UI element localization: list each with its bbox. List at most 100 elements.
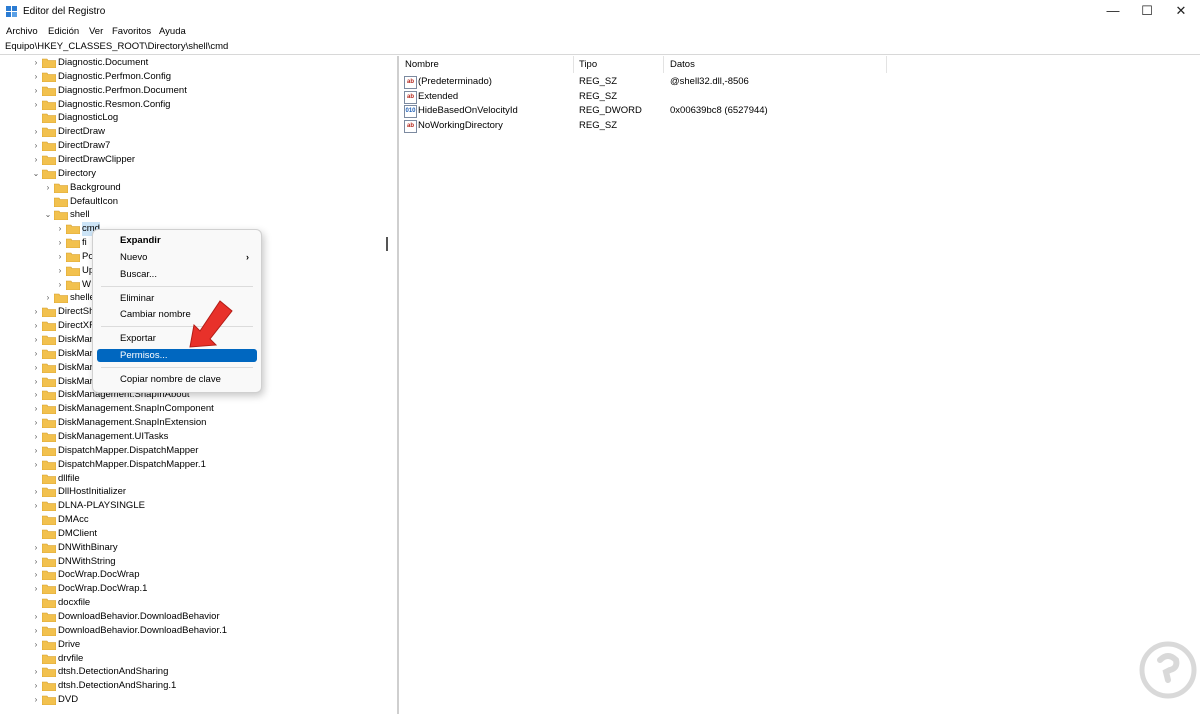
chevron-right-icon[interactable]: › [32, 555, 40, 569]
chevron-right-icon[interactable]: › [56, 222, 64, 236]
chevron-right-icon[interactable]: › [32, 541, 40, 555]
tree-item[interactable]: docxfile [2, 596, 382, 610]
chevron-right-icon[interactable]: › [56, 264, 64, 278]
chevron-right-icon[interactable]: › [32, 638, 40, 652]
tree-item[interactable]: › DirectDraw [2, 125, 382, 139]
tree-item[interactable]: › dtsh.DetectionAndSharing.1 [2, 679, 382, 693]
tree-item[interactable]: › DirectDrawClipper [2, 153, 382, 167]
chevron-right-icon[interactable]: › [32, 568, 40, 582]
address-bar[interactable]: Equipo\HKEY_CLASSES_ROOT\Directory\shell… [0, 40, 1200, 55]
chevron-right-icon[interactable]: › [32, 375, 40, 389]
chevron-right-icon[interactable]: › [32, 153, 40, 167]
menu-ayuda[interactable]: Ayuda [159, 26, 186, 37]
tree-item[interactable]: › DNWithBinary [2, 541, 382, 555]
tree-item[interactable]: › DirectDraw7 [2, 139, 382, 153]
column-type-header[interactable]: Tipo [579, 59, 597, 70]
chevron-right-icon[interactable]: › [44, 181, 52, 195]
menu-ver[interactable]: Ver [89, 26, 103, 37]
chevron-right-icon[interactable]: › [32, 665, 40, 679]
column-name-header[interactable]: Nombre [405, 59, 439, 70]
chevron-right-icon[interactable]: › [32, 430, 40, 444]
chevron-right-icon[interactable]: › [32, 485, 40, 499]
chevron-right-icon[interactable]: › [32, 347, 40, 361]
chevron-right-icon[interactable]: › [44, 291, 52, 305]
tree-item[interactable]: dllfile [2, 472, 382, 486]
chevron-right-icon[interactable]: › [56, 236, 64, 250]
values-list[interactable]: Nombre Tipo Datos ab (Predeterminado) RE… [398, 56, 1200, 714]
chevron-right-icon[interactable]: › [32, 70, 40, 84]
tree-item[interactable]: › DiskManagement.SnapInComponent [2, 402, 382, 416]
tree-item[interactable]: › DVD [2, 693, 382, 707]
chevron-right-icon[interactable]: › [32, 610, 40, 624]
chevron-down-icon[interactable]: ⌄ [44, 208, 52, 222]
chevron-right-icon[interactable]: › [32, 333, 40, 347]
column-data-header[interactable]: Datos [670, 59, 695, 70]
tree-item[interactable]: drvfile [2, 652, 382, 666]
tree-item[interactable]: › DocWrap.DocWrap [2, 568, 382, 582]
tree-item[interactable]: DMAcc [2, 513, 382, 527]
chevron-right-icon[interactable]: › [32, 361, 40, 375]
menu-favoritos[interactable]: Favoritos [112, 26, 151, 37]
tree-item[interactable]: › Background [2, 181, 382, 195]
tree-item[interactable]: › DiskManagement.SnapInExtension [2, 416, 382, 430]
chevron-right-icon[interactable]: › [32, 499, 40, 513]
tree-item[interactable]: › DownloadBehavior.DownloadBehavior [2, 610, 382, 624]
chevron-right-icon[interactable]: › [32, 56, 40, 70]
menu-item-expand[interactable]: Expandir [97, 234, 257, 247]
chevron-right-icon[interactable]: › [32, 444, 40, 458]
chevron-right-icon[interactable]: › [32, 319, 40, 333]
tree-item[interactable]: › dtsh.DetectionAndSharing [2, 665, 382, 679]
chevron-right-icon[interactable]: › [32, 402, 40, 416]
menu-item-new[interactable]: Nuevo › [97, 251, 257, 264]
minimize-button[interactable]: — [1096, 0, 1130, 22]
tree-item[interactable]: › Diagnostic.Resmon.Config [2, 98, 382, 112]
chevron-right-icon[interactable]: › [32, 416, 40, 430]
chevron-right-icon[interactable]: › [56, 278, 64, 292]
tree-item[interactable]: › DNWithString [2, 555, 382, 569]
menu-edicion[interactable]: Edición [48, 26, 79, 37]
chevron-right-icon[interactable]: › [32, 458, 40, 472]
tree-item[interactable]: › DispatchMapper.DispatchMapper [2, 444, 382, 458]
tree-item[interactable]: › DiskManagement.UITasks [2, 430, 382, 444]
list-item[interactable]: 010 HideBasedOnVelocityId REG_DWORD 0x00… [399, 104, 1200, 119]
column-divider[interactable] [573, 56, 574, 73]
scrollbar-thumb[interactable] [386, 237, 388, 251]
tree-item[interactable]: › DllHostInitializer [2, 485, 382, 499]
tree-item[interactable]: › Diagnostic.Perfmon.Config [2, 70, 382, 84]
column-divider[interactable] [886, 56, 887, 73]
chevron-right-icon[interactable]: › [32, 139, 40, 153]
chevron-right-icon[interactable]: › [32, 679, 40, 693]
tree-scrollbar[interactable] [383, 56, 395, 714]
menu-item-find[interactable]: Buscar... [97, 268, 257, 281]
tree-item[interactable]: DiagnosticLog [2, 111, 382, 125]
chevron-right-icon[interactable]: › [32, 98, 40, 112]
maximize-button[interactable]: ☐ [1130, 0, 1164, 22]
chevron-right-icon[interactable]: › [56, 250, 64, 264]
tree-item[interactable]: DefaultIcon [2, 195, 382, 209]
chevron-right-icon[interactable]: › [32, 693, 40, 707]
chevron-right-icon[interactable]: › [32, 305, 40, 319]
tree-item[interactable]: ⌄ shell [2, 208, 382, 222]
tree-item[interactable]: ⌄ Directory [2, 167, 382, 181]
list-item[interactable]: ab Extended REG_SZ [399, 90, 1200, 105]
tree-item[interactable]: DMClient [2, 527, 382, 541]
tree-item[interactable]: › DownloadBehavior.DownloadBehavior.1 [2, 624, 382, 638]
chevron-right-icon[interactable]: › [32, 582, 40, 596]
chevron-down-icon[interactable]: ⌄ [32, 167, 40, 181]
tree-item[interactable]: › DocWrap.DocWrap.1 [2, 582, 382, 596]
tree-item[interactable]: › Diagnostic.Document [2, 56, 382, 70]
column-divider[interactable] [663, 56, 664, 73]
tree-item[interactable]: › Drive [2, 638, 382, 652]
tree-item[interactable]: › DLNA-PLAYSINGLE [2, 499, 382, 513]
menu-archivo[interactable]: Archivo [6, 26, 38, 37]
chevron-right-icon[interactable]: › [32, 388, 40, 402]
list-item[interactable]: ab NoWorkingDirectory REG_SZ [399, 119, 1200, 134]
address-path[interactable]: Equipo\HKEY_CLASSES_ROOT\Directory\shell… [5, 41, 228, 52]
tree-item[interactable]: › Diagnostic.Perfmon.Document [2, 84, 382, 98]
list-item[interactable]: ab (Predeterminado) REG_SZ @shell32.dll,… [399, 75, 1200, 90]
close-button[interactable]: ✕ [1164, 0, 1198, 22]
tree-item[interactable]: › DispatchMapper.DispatchMapper.1 [2, 458, 382, 472]
chevron-right-icon[interactable]: › [32, 84, 40, 98]
chevron-right-icon[interactable]: › [32, 624, 40, 638]
chevron-right-icon[interactable]: › [32, 125, 40, 139]
